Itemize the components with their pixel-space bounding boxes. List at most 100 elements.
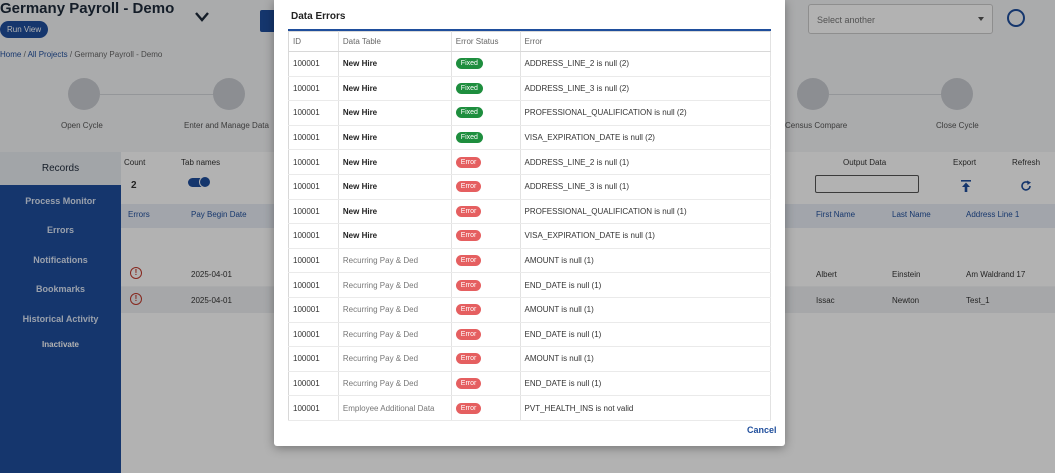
status-badge: Error xyxy=(455,181,482,193)
cell-data-table: Employee Additional Data xyxy=(338,395,452,421)
table-row[interactable]: 100001 New Hire Fixed ADDRESS_LINE_2 is nul… xyxy=(288,51,772,77)
dialog-title: Data Errors xyxy=(291,11,346,22)
cell-error-status: Error xyxy=(451,223,521,249)
cell-error: PROFESSIONAL_QUALIFICATION is null (1) xyxy=(520,199,772,225)
cell-data-table: New Hire xyxy=(338,199,452,225)
cell-error: ADDRESS_LINE_3 is null (1) xyxy=(520,174,772,200)
cell-data-table: New Hire xyxy=(338,51,452,77)
cell-error: AMOUNT is null (1) xyxy=(520,346,772,372)
cell-error: PROFESSIONAL_QUALIFICATION is null (2) xyxy=(520,100,772,126)
cell-data-table: New Hire xyxy=(338,149,452,175)
cell-data-table: Recurring Pay & Ded xyxy=(338,272,452,298)
cell-error-status: Error xyxy=(451,272,521,298)
cell-id: 100001 xyxy=(288,248,339,274)
status-badge: Error xyxy=(455,279,482,291)
cell-error-status: Error xyxy=(451,199,521,225)
table-body: 100001 New Hire Fixed ADDRESS_LINE_2 is nul… xyxy=(288,51,772,421)
cell-error: VISA_EXPIRATION_DATE is null (1) xyxy=(520,223,772,249)
table-row[interactable]: 100001 Recurring Pay & Ded Error END_DATE i… xyxy=(288,322,772,348)
cell-error-status: Fixed xyxy=(451,76,521,102)
cell-id: 100001 xyxy=(288,149,339,175)
column-header-error-status: Error Status xyxy=(451,31,521,52)
cell-data-table: Recurring Pay & Ded xyxy=(338,322,452,348)
cell-data-table: New Hire xyxy=(338,100,452,126)
cell-id: 100001 xyxy=(288,346,339,372)
data-errors-dialog: Data Errors ID Data Table Error Status E… xyxy=(274,0,785,446)
table-header-row: ID Data Table Error Status Error xyxy=(288,31,772,52)
status-badge: Error xyxy=(455,328,482,340)
cell-error: END_DATE is null (1) xyxy=(520,272,772,298)
status-badge: Error xyxy=(455,378,482,390)
status-badge: Fixed xyxy=(455,132,483,144)
cell-id: 100001 xyxy=(288,322,339,348)
cell-error: ADDRESS_LINE_2 is null (2) xyxy=(520,51,772,77)
cell-error-status: Error xyxy=(451,149,521,175)
cell-error-status: Error xyxy=(451,395,521,421)
cell-data-table: New Hire xyxy=(338,223,452,249)
cell-id: 100001 xyxy=(288,297,339,323)
table-row[interactable]: 100001 Recurring Pay & Ded Error AMOUNT is … xyxy=(288,346,772,372)
status-badge: Error xyxy=(455,205,482,217)
status-badge: Error xyxy=(455,230,482,242)
status-badge: Error xyxy=(455,402,482,414)
cell-data-table: Recurring Pay & Ded xyxy=(338,248,452,274)
cell-error: AMOUNT is null (1) xyxy=(520,297,772,323)
cell-id: 100001 xyxy=(288,76,339,102)
cell-id: 100001 xyxy=(288,100,339,126)
cell-error-status: Fixed xyxy=(451,100,521,126)
cell-error: VISA_EXPIRATION_DATE is null (2) xyxy=(520,125,772,151)
cell-data-table: Recurring Pay & Ded xyxy=(338,371,452,397)
cell-id: 100001 xyxy=(288,125,339,151)
status-badge: Error xyxy=(455,156,482,168)
status-badge: Fixed xyxy=(455,82,483,94)
cell-error-status: Error xyxy=(451,346,521,372)
cell-id: 100001 xyxy=(288,395,339,421)
cell-error-status: Error xyxy=(451,248,521,274)
cell-id: 100001 xyxy=(288,174,339,200)
cell-error: AMOUNT is null (1) xyxy=(520,248,772,274)
cell-id: 100001 xyxy=(288,199,339,225)
table-row[interactable]: 100001 New Hire Fixed ADDRESS_LINE_3 is nul… xyxy=(288,76,772,102)
cell-error-status: Error xyxy=(451,174,521,200)
cell-error-status: Fixed xyxy=(451,51,521,77)
cell-error-status: Error xyxy=(451,322,521,348)
table-row[interactable]: 100001 Recurring Pay & Ded Error END_DATE i… xyxy=(288,371,772,397)
cell-data-table: Recurring Pay & Ded xyxy=(338,346,452,372)
cell-id: 100001 xyxy=(288,223,339,249)
cell-error-status: Fixed xyxy=(451,125,521,151)
status-badge: Error xyxy=(455,304,482,316)
table-row[interactable]: 100001 Recurring Pay & Ded Error END_DATE i… xyxy=(288,272,772,298)
table-row[interactable]: 100001 New Hire Error ADDRESS_LINE_2 is nul… xyxy=(288,149,772,175)
cell-error: ADDRESS_LINE_2 is null (1) xyxy=(520,149,772,175)
table-row[interactable]: 100001 New Hire Fixed PROFESSIONAL_QUALIFIC… xyxy=(288,100,772,126)
cancel-button[interactable]: Cancel xyxy=(747,425,777,435)
table-row[interactable]: 100001 Employee Additional Data Error PVT_H… xyxy=(288,395,772,421)
column-header-data-table: Data Table xyxy=(338,31,452,52)
cell-id: 100001 xyxy=(288,371,339,397)
cell-error: PVT_HEALTH_INS is not valid xyxy=(520,395,772,421)
column-header-error: Error xyxy=(520,31,772,52)
cell-error: ADDRESS_LINE_3 is null (2) xyxy=(520,76,772,102)
status-badge: Fixed xyxy=(455,107,483,119)
cell-data-table: New Hire xyxy=(338,125,452,151)
cell-error-status: Error xyxy=(451,297,521,323)
column-header-id: ID xyxy=(288,31,339,52)
table-row[interactable]: 100001 New Hire Error VISA_EXPIRATION_DATE … xyxy=(288,223,772,249)
cell-id: 100001 xyxy=(288,272,339,298)
table-row[interactable]: 100001 Recurring Pay & Ded Error AMOUNT is … xyxy=(288,297,772,323)
cell-data-table: New Hire xyxy=(338,174,452,200)
table-row[interactable]: 100001 New Hire Error ADDRESS_LINE_3 is nul… xyxy=(288,174,772,200)
cell-data-table: New Hire xyxy=(338,76,452,102)
status-badge: Fixed xyxy=(455,58,483,70)
cell-data-table: Recurring Pay & Ded xyxy=(338,297,452,323)
status-badge: Error xyxy=(455,353,482,365)
table-row[interactable]: 100001 Recurring Pay & Ded Error AMOUNT is … xyxy=(288,248,772,274)
table-row[interactable]: 100001 New Hire Fixed VISA_EXPIRATION_DATE … xyxy=(288,125,772,151)
cell-error: END_DATE is null (1) xyxy=(520,371,772,397)
table-row[interactable]: 100001 New Hire Error PROFESSIONAL_QUALIFIC… xyxy=(288,199,772,225)
cell-error-status: Error xyxy=(451,371,521,397)
status-badge: Error xyxy=(455,255,482,267)
cell-error: END_DATE is null (1) xyxy=(520,322,772,348)
data-errors-table: ID Data Table Error Status Error 100001 N… xyxy=(288,31,772,421)
cell-id: 100001 xyxy=(288,51,339,77)
